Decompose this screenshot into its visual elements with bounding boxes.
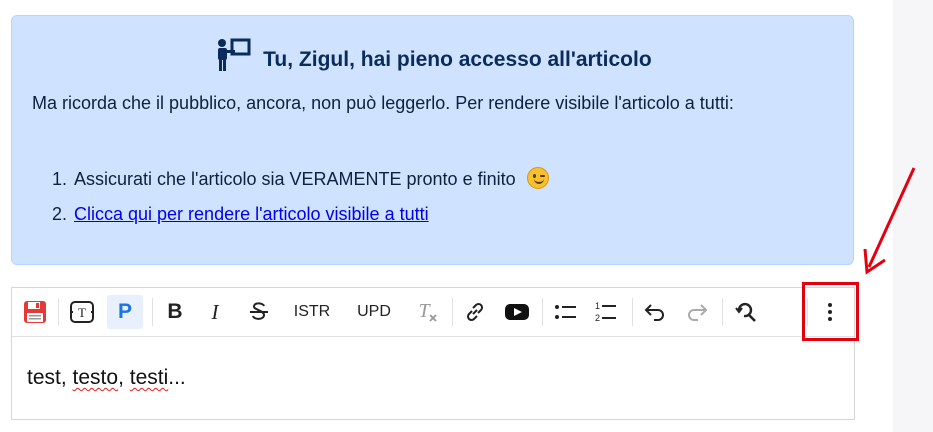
video-button[interactable] — [500, 295, 534, 329]
numbered-list-button[interactable]: 1 2 — [590, 295, 620, 329]
save-button[interactable] — [20, 295, 50, 329]
rich-text-editor: T P B I ISTR UPD T 1 2 test, testo, test… — [11, 287, 855, 420]
toolbar-divider — [542, 298, 543, 326]
redo-button[interactable] — [682, 295, 712, 329]
annotation-highlight-box — [802, 282, 859, 341]
annotation-arrow-icon — [863, 167, 916, 275]
template-button[interactable]: T — [66, 295, 98, 329]
strikethrough-button[interactable] — [244, 295, 274, 329]
presenter-board-icon — [215, 38, 263, 71]
clear-format-icon: T — [418, 300, 437, 322]
content-text: ... — [168, 366, 186, 389]
editor-toolbar: T P B I ISTR UPD T 1 2 — [12, 288, 854, 337]
bold-button[interactable]: B — [160, 295, 190, 329]
content-text: test, — [27, 366, 73, 389]
toolbar-divider — [152, 298, 153, 326]
notice-title-row: Tu, Zigul, hai pieno accesso all'articol… — [12, 38, 855, 72]
toolbar-divider — [452, 298, 453, 326]
bullet-list-icon — [555, 305, 576, 319]
notice-step-1-text: Assicurati che l'articolo sia VERAMENTE … — [74, 169, 516, 189]
svg-text:T: T — [78, 305, 86, 320]
strikethrough-icon — [250, 302, 268, 320]
undo-button[interactable] — [640, 295, 670, 329]
editor-content[interactable]: test, testo, testi... — [27, 366, 186, 390]
misspelled-word: testi — [129, 366, 169, 389]
find-replace-button[interactable] — [730, 295, 762, 329]
clear-format-button[interactable]: T — [412, 295, 442, 329]
bullet-list-button[interactable] — [550, 295, 580, 329]
svg-text:2: 2 — [595, 313, 600, 323]
link-icon — [466, 302, 484, 322]
content-text: , — [118, 366, 130, 389]
svg-text:1: 1 — [595, 301, 600, 311]
undo-icon — [644, 304, 664, 321]
notice-steps: Assicurati che l'articolo sia VERAMENTE … — [52, 162, 832, 232]
numbered-list-icon: 1 2 — [595, 301, 616, 323]
notice-step-1: Assicurati che l'articolo sia VERAMENTE … — [72, 162, 832, 197]
template-icon: T — [70, 301, 94, 323]
svg-text:T: T — [418, 300, 431, 322]
misspelled-word: testo — [72, 366, 119, 389]
notice-title: Tu, Zigul, hai pieno accesso all'articol… — [263, 48, 652, 71]
redo-icon — [688, 304, 708, 321]
upd-button[interactable]: UPD — [350, 295, 398, 329]
italic-button[interactable]: I — [200, 295, 230, 329]
access-notice: Tu, Zigul, hai pieno accesso all'articol… — [11, 15, 854, 265]
paragraph-button[interactable]: P — [107, 295, 143, 329]
toolbar-divider — [632, 298, 633, 326]
link-button[interactable] — [460, 295, 490, 329]
find-replace-icon — [735, 302, 756, 322]
publish-article-link[interactable]: Clicca qui per rendere l'articolo visibi… — [74, 204, 429, 224]
notice-step-2: Clicca qui per rendere l'articolo visibi… — [72, 197, 832, 232]
wink-emoji-icon — [526, 167, 549, 189]
save-icon — [24, 301, 46, 323]
toolbar-divider — [58, 298, 59, 326]
toolbar-divider — [722, 298, 723, 326]
notice-text: Ma ricorda che il pubblico, ancora, non … — [32, 93, 734, 113]
youtube-icon — [505, 304, 529, 320]
istr-button[interactable]: ISTR — [287, 295, 337, 329]
